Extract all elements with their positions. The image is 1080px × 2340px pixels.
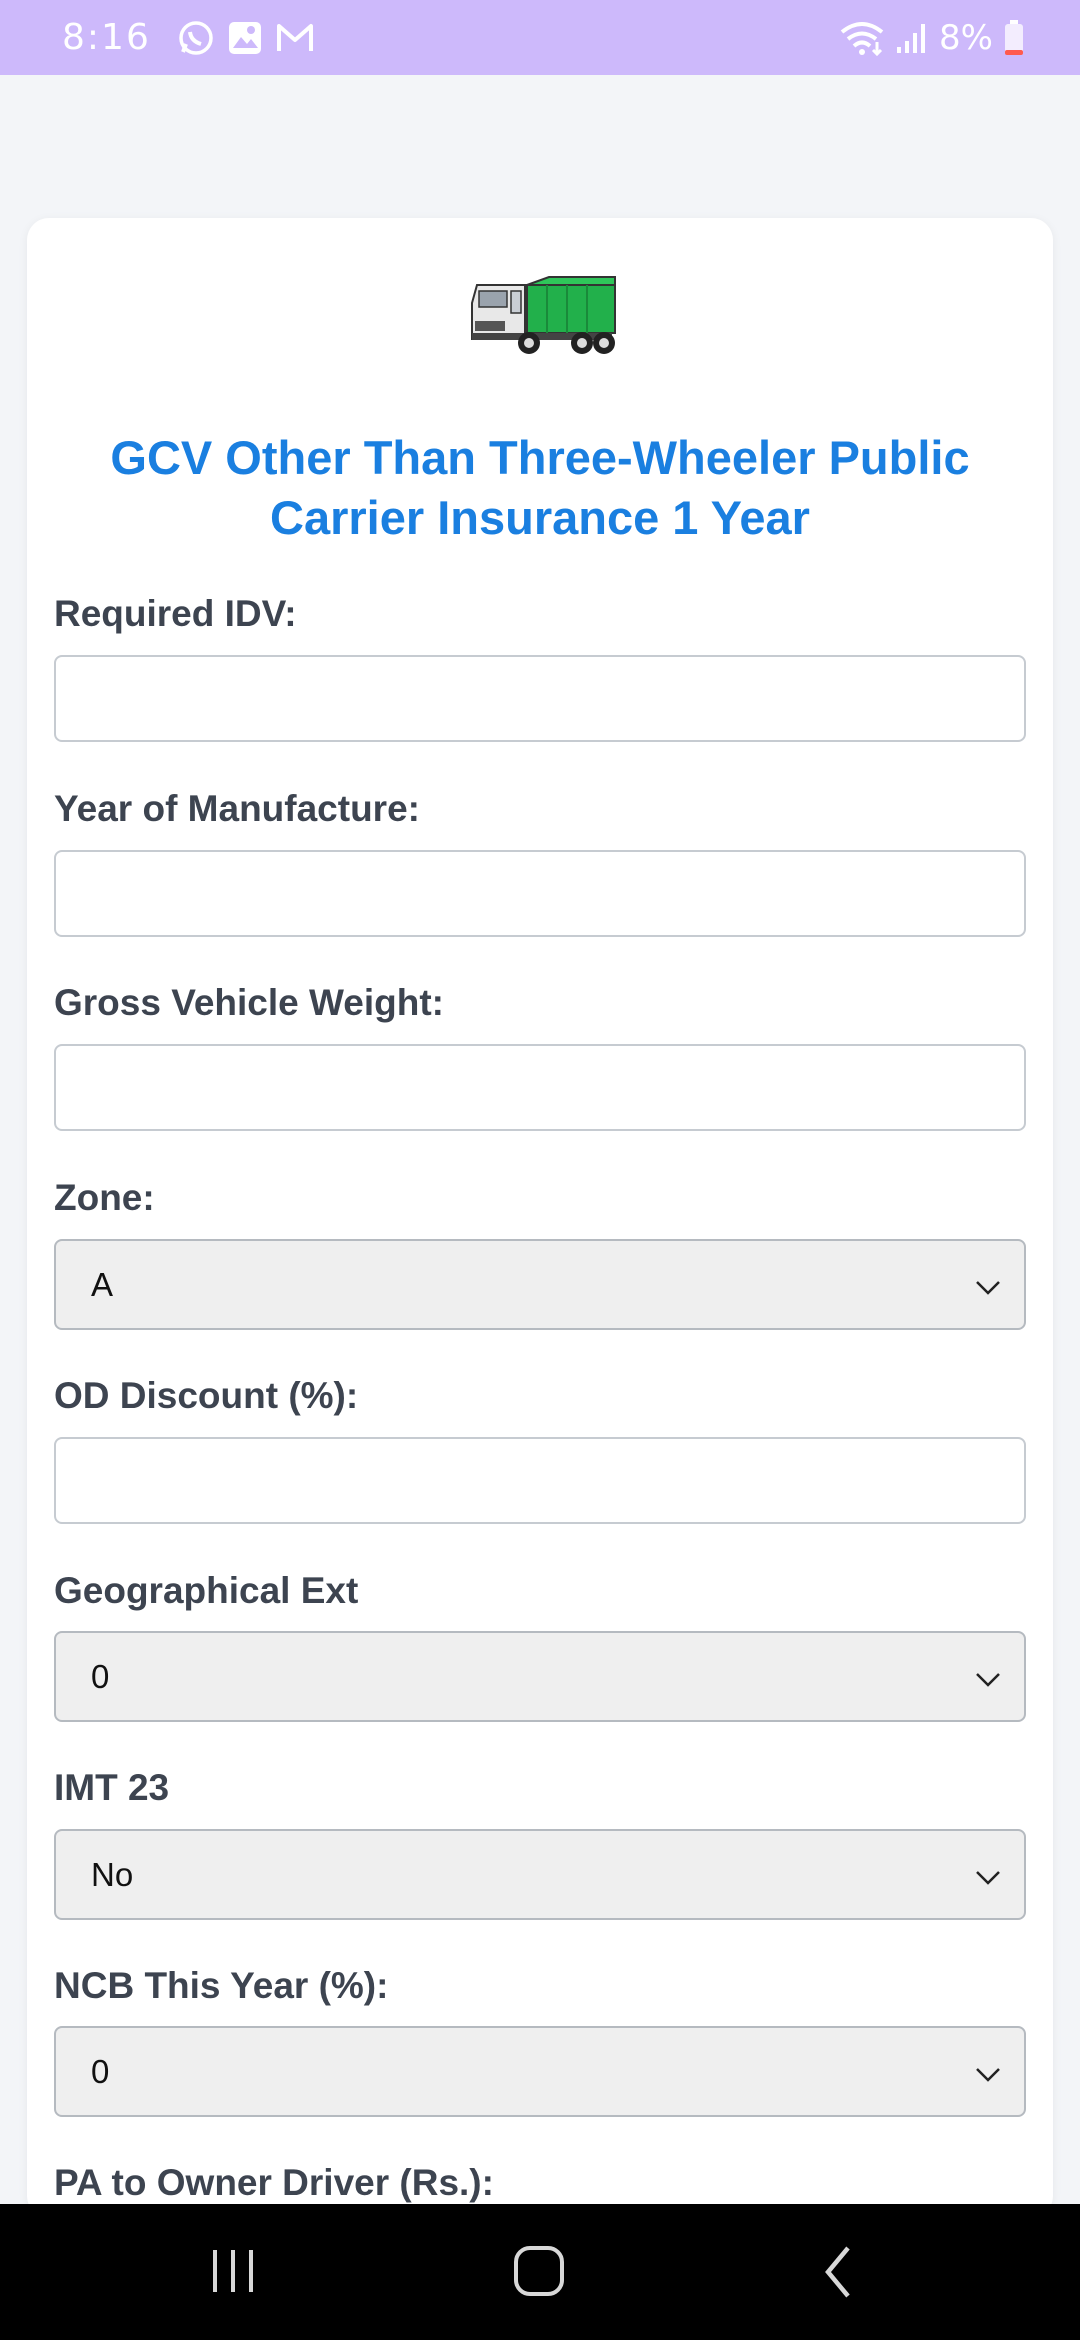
- gallery-icon: [227, 20, 263, 56]
- chevron-down-icon: [974, 2058, 1002, 2096]
- chevron-down-icon: [974, 1271, 1002, 1309]
- battery-percent: 8%: [939, 17, 993, 58]
- zone-select[interactable]: A: [54, 1239, 1026, 1330]
- pa-owner-driver-label: PA to Owner Driver (Rs.):: [54, 2162, 494, 2203]
- ncb-this-year-label: NCB This Year (%):: [54, 1965, 389, 2006]
- home-icon[interactable]: [510, 2244, 570, 2305]
- status-time: 8:16: [62, 17, 151, 58]
- zone-label: Zone:: [54, 1177, 155, 1218]
- od-discount-input[interactable]: [54, 1437, 1026, 1524]
- gmail-icon: [275, 21, 315, 55]
- navigation-bar: [0, 2204, 1080, 2340]
- geographical-ext-select-value: 0: [91, 1657, 110, 1695]
- status-left: 8:16: [62, 17, 315, 58]
- year-of-manufacture-label: Year of Manufacture:: [54, 788, 420, 829]
- ncb-this-year-select-value: 0: [91, 2052, 110, 2090]
- truck-logo: [467, 273, 617, 358]
- required-idv-input[interactable]: [54, 655, 1026, 742]
- required-idv-label: Required IDV:: [54, 593, 297, 634]
- ncb-this-year-select[interactable]: 0: [54, 2026, 1026, 2117]
- imt23-select[interactable]: No: [54, 1829, 1026, 1920]
- geographical-ext-label: Geographical Ext: [54, 1570, 359, 1611]
- recent-apps-icon[interactable]: [210, 2244, 256, 2305]
- back-icon[interactable]: [818, 2244, 858, 2305]
- battery-icon: [1003, 19, 1025, 57]
- whatsapp-icon: [177, 19, 215, 57]
- page-title: GCV Other Than Three-Wheeler Public Carr…: [110, 431, 970, 544]
- signal-icon: [895, 21, 929, 55]
- geographical-ext-select[interactable]: 0: [54, 1631, 1026, 1722]
- year-of-manufacture-input[interactable]: [54, 850, 1026, 937]
- chevron-down-icon: [974, 1861, 1002, 1899]
- status-right: 8%: [839, 18, 1025, 58]
- wifi-icon: [839, 20, 885, 56]
- imt23-select-value: No: [91, 1855, 134, 1893]
- chevron-down-icon: [974, 1663, 1002, 1701]
- gross-vehicle-weight-input[interactable]: [54, 1044, 1026, 1131]
- status-bar: 8:16 8%: [0, 0, 1080, 75]
- form-card: GCV Other Than Three-Wheeler Public Carr…: [27, 218, 1053, 2218]
- imt23-label: IMT 23: [54, 1767, 170, 1808]
- od-discount-label: OD Discount (%):: [54, 1375, 359, 1416]
- gross-vehicle-weight-label: Gross Vehicle Weight:: [54, 982, 444, 1023]
- zone-select-value: A: [91, 1265, 114, 1303]
